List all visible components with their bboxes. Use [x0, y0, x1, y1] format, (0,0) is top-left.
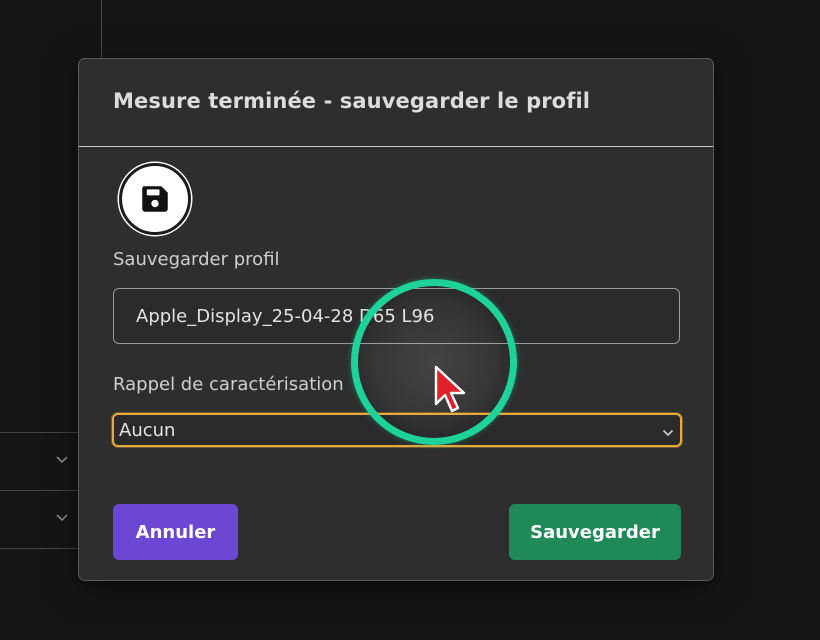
- save-profile-dialog: Mesure terminée - sauvegarder le profil …: [78, 58, 714, 581]
- screen: Mesure terminée - sauvegarder le profil …: [0, 0, 820, 640]
- background-row-separator: [0, 490, 80, 491]
- chevron-down-icon: [662, 424, 674, 437]
- select-value: Aucun: [119, 419, 176, 441]
- dialog-title: Mesure terminée - sauvegarder le profil: [113, 89, 591, 113]
- chevron-down-icon[interactable]: [56, 514, 68, 524]
- dialog-header: Mesure terminée - sauvegarder le profil: [79, 59, 713, 147]
- characterization-recall-label: Rappel de caractérisation: [113, 374, 344, 395]
- background-row-separator: [0, 432, 80, 433]
- characterization-recall-select[interactable]: Aucun: [112, 413, 682, 447]
- background-row-separator: [0, 548, 80, 549]
- floppy-disk-icon: [119, 163, 191, 235]
- cancel-button[interactable]: Annuler: [113, 504, 238, 560]
- profile-name-label: Sauvegarder profil: [113, 249, 280, 270]
- save-button[interactable]: Sauvegarder: [509, 504, 681, 560]
- chevron-down-icon[interactable]: [56, 456, 68, 466]
- background-divider: [101, 0, 102, 58]
- profile-name-input[interactable]: [113, 288, 680, 344]
